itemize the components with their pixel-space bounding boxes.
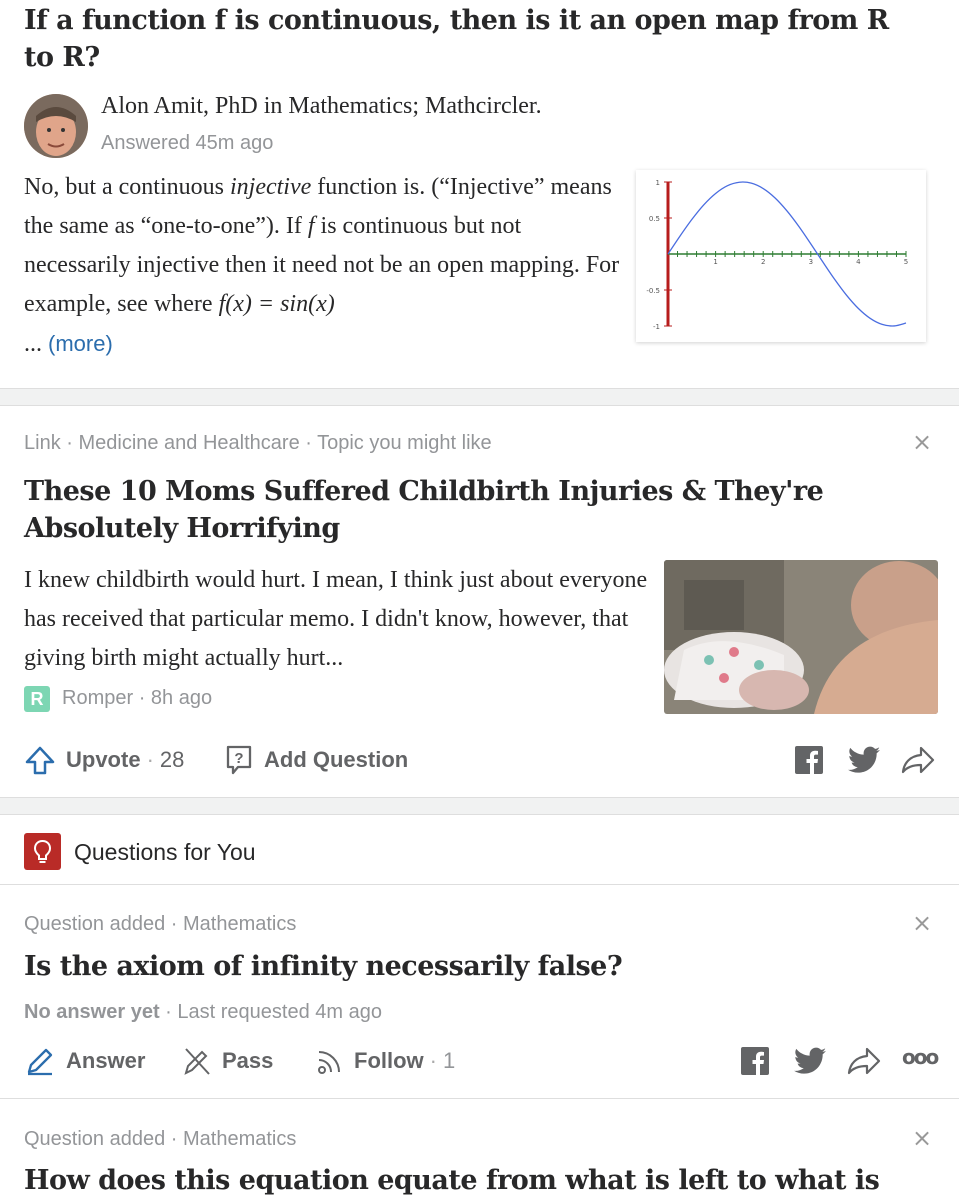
follow-button[interactable]: Follow · 1	[314, 1043, 455, 1079]
upvote-count: 28	[159, 747, 185, 772]
twitter-icon[interactable]	[794, 1046, 826, 1076]
source-time[interactable]: Romper · 8h ago	[62, 687, 212, 710]
questions-for-you-icon	[24, 833, 61, 870]
y-tick-label: -0.5	[646, 287, 660, 295]
question-title[interactable]: If a function f is continuous, then is i…	[24, 2, 924, 76]
more-options-icon[interactable]: ooo	[902, 1045, 939, 1069]
question-title[interactable]: How does this equation equate from what …	[24, 1162, 924, 1199]
pass-label: Pass	[222, 1048, 274, 1073]
pass-icon	[182, 1045, 212, 1077]
upvote-label: Upvote	[66, 747, 141, 772]
question-bubble-icon: ?	[224, 744, 254, 776]
section-divider	[0, 884, 959, 885]
link-thumbnail[interactable]	[664, 560, 938, 714]
answer-button[interactable]: Answer	[24, 1043, 145, 1079]
sine-chart-thumbnail[interactable]: 1 2 3 4 5 1 0.5 -0.5 -1	[636, 170, 926, 342]
last-requested: · Last requested 4m ago	[159, 1001, 382, 1023]
x-tick-label: 1	[713, 258, 717, 266]
follow-label: Follow	[354, 1048, 424, 1073]
feed-separator	[0, 797, 959, 815]
answer-text-1: No, but a continuous	[24, 174, 230, 200]
answer-math: f(x) = sin(x)	[218, 291, 335, 317]
question-title[interactable]: Is the axiom of infinity necessarily fal…	[24, 948, 904, 985]
follow-count: 1	[442, 1048, 456, 1073]
link-excerpt[interactable]: I knew childbirth would hurt. I mean, I …	[24, 561, 652, 678]
answer-preview[interactable]: No, but a continuous injective function …	[24, 168, 624, 364]
pass-button[interactable]: Pass	[182, 1043, 273, 1079]
answered-time[interactable]: Answered 45m ago	[101, 132, 273, 155]
add-question-label: Add Question	[264, 747, 409, 772]
share-icon[interactable]	[846, 1046, 882, 1076]
newborn-photo	[664, 560, 938, 714]
facebook-icon[interactable]	[740, 1046, 770, 1076]
follow-separator: ·	[429, 1048, 437, 1073]
y-tick-label: 1	[656, 179, 660, 187]
dismiss-icon[interactable]: ×	[912, 1124, 932, 1152]
dismiss-icon[interactable]: ×	[912, 428, 932, 456]
author-credential[interactable]: Alon Amit, PhD in Mathematics; Mathcircl…	[101, 93, 542, 120]
follow-icon	[314, 1045, 344, 1077]
avatar-photo	[24, 94, 88, 158]
upvote-icon	[24, 744, 56, 776]
question-status: No answer yet · Last requested 4m ago	[24, 1001, 382, 1024]
upvote-separator: ·	[146, 747, 154, 772]
answer-label: Answer	[66, 1048, 146, 1073]
questions-for-you-title: Questions for You	[74, 839, 256, 865]
feed-separator	[0, 388, 959, 406]
twitter-icon[interactable]	[848, 745, 880, 775]
question-meta: Question added · Mathematics	[24, 913, 297, 935]
sine-chart: 1 2 3 4 5 1 0.5 -0.5 -1	[646, 179, 908, 331]
answer-text-f: f	[307, 213, 315, 239]
dismiss-icon[interactable]: ×	[912, 909, 932, 937]
pencil-icon	[24, 1045, 56, 1077]
source-icon: R	[24, 686, 50, 712]
no-answer-label: No answer yet	[24, 1001, 160, 1023]
card-divider	[0, 1098, 959, 1099]
add-question-button[interactable]: ? Add Question	[224, 742, 408, 778]
svg-text:?: ?	[234, 750, 243, 767]
x-tick-label: 4	[856, 258, 861, 266]
link-meta: Link · Medicine and Healthcare · Topic y…	[24, 432, 492, 454]
answer-text-emphasis: injective	[229, 174, 312, 200]
y-tick-label: 0.5	[649, 215, 660, 223]
y-tick-label: -1	[653, 323, 660, 331]
facebook-icon[interactable]	[794, 745, 824, 775]
upvote-button[interactable]: Upvote · 28	[24, 742, 184, 778]
x-tick-label: 3	[809, 258, 813, 266]
x-tick-label: 5	[904, 258, 908, 266]
share-icon[interactable]	[900, 745, 936, 775]
x-tick-label: 2	[761, 258, 765, 266]
more-link[interactable]: (more)	[48, 331, 113, 356]
question-meta: Question added · Mathematics	[24, 1128, 297, 1150]
avatar[interactable]	[24, 94, 88, 158]
ellipsis: ...	[24, 331, 42, 357]
link-title[interactable]: These 10 Moms Suffered Childbirth Injuri…	[24, 473, 844, 547]
